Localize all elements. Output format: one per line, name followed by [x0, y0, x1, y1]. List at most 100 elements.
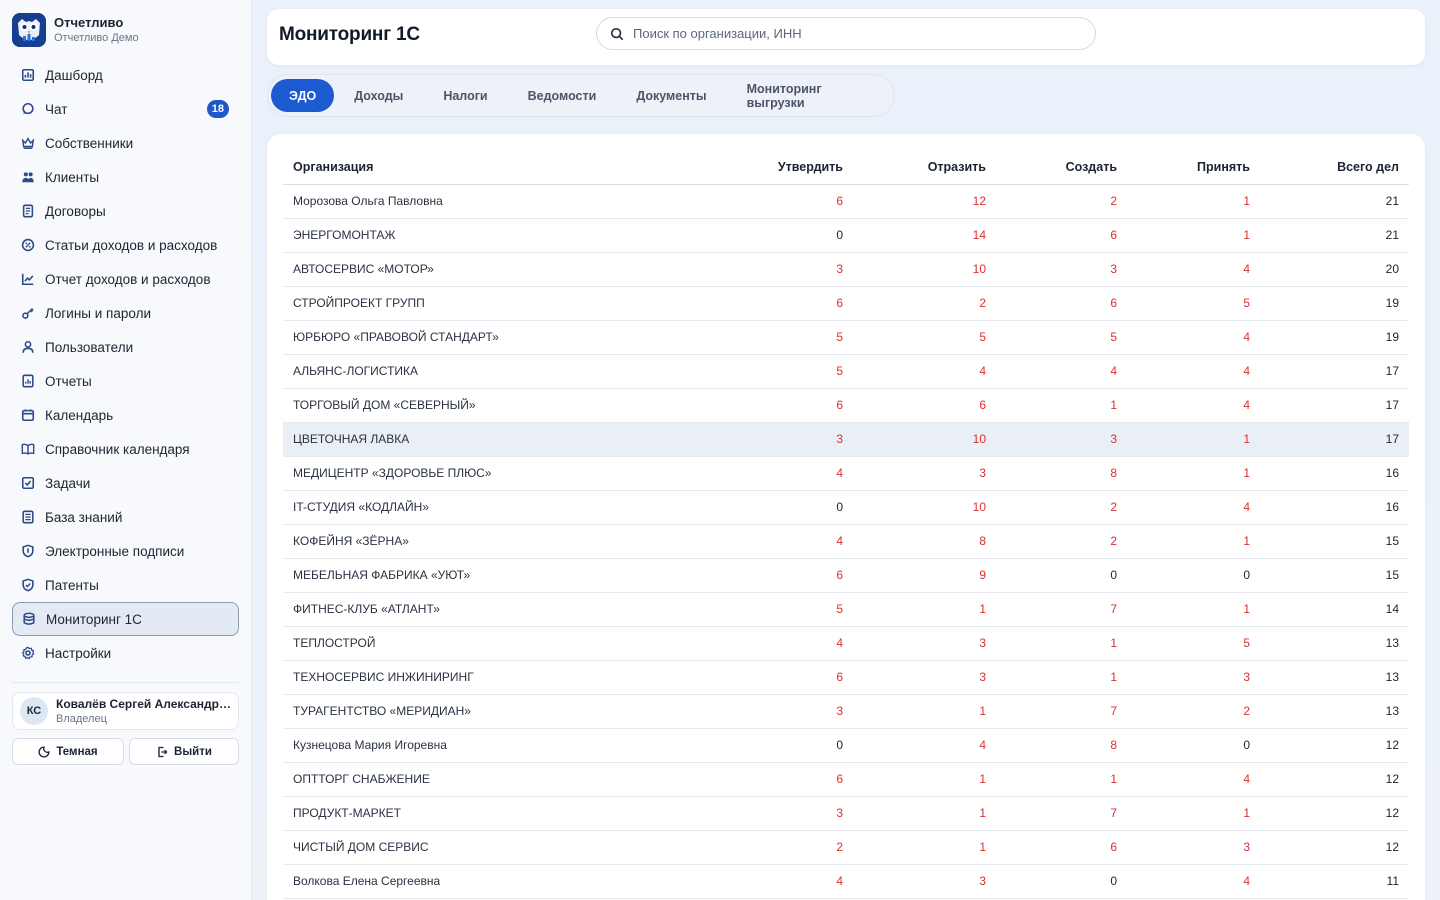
- sidebar-item-16[interactable]: Мониторинг 1С: [12, 602, 239, 636]
- sidebar-item-1[interactable]: Чат 18: [12, 92, 239, 126]
- search-box[interactable]: [596, 17, 1096, 50]
- count-cell: 6: [683, 660, 853, 695]
- table-row[interactable]: АЛЬЯНС-ЛОГИСТИКА 5 4 4 4 17: [283, 354, 1409, 389]
- sidebar-item-8[interactable]: Пользователи: [12, 330, 239, 364]
- sidebar-item-11[interactable]: Справочник календаря: [12, 432, 239, 466]
- count-cell: 3: [853, 864, 996, 899]
- count-cell: 21: [1260, 184, 1409, 219]
- count-cell: 5: [1127, 286, 1260, 321]
- count-cell: 6: [996, 218, 1127, 253]
- sidebar-item-2[interactable]: Собственники: [12, 126, 239, 160]
- organization-cell: ОПТТОРГ СНАБЖЕНИЕ: [283, 762, 683, 797]
- column-header[interactable]: Отразить: [853, 150, 996, 185]
- search-input[interactable]: [633, 26, 1073, 41]
- table-row[interactable]: IT-СТУДИЯ «КОДЛАЙН» 0 10 2 4 16: [283, 490, 1409, 525]
- count-cell: 0: [1127, 558, 1260, 593]
- sidebar-item-6[interactable]: Отчет доходов и расходов: [12, 262, 239, 296]
- sidebar-item-9[interactable]: Отчеты: [12, 364, 239, 398]
- theme-toggle-button[interactable]: Темная: [12, 738, 124, 765]
- count-cell: 17: [1260, 422, 1409, 457]
- sidebar-item-15[interactable]: Патенты: [12, 568, 239, 602]
- table-row[interactable]: ЭНЕРГОМОНТАЖ 0 14 6 1 21: [283, 218, 1409, 253]
- count-cell: 6: [996, 286, 1127, 321]
- sidebar-item-label: Статьи доходов и расходов: [45, 237, 218, 253]
- brand[interactable]: Отчетливо Отчетливо Демо: [12, 12, 139, 48]
- sidebar-nav: Дашборд Чат 18 Собственники Клиенты Договоры С…: [12, 58, 239, 670]
- count-cell: 6: [853, 388, 996, 423]
- table-row[interactable]: ТОРГОВЫЙ ДОМ «СЕВЕРНЫЙ» 6 6 1 4 17: [283, 388, 1409, 423]
- organization-cell: Морозова Ольга Павловна: [283, 184, 683, 219]
- organization-cell: МЕБЕЛЬНАЯ ФАБРИКА «УЮТ»: [283, 558, 683, 593]
- count-cell: 3: [853, 660, 996, 695]
- tab-0[interactable]: ЭДО: [271, 79, 335, 112]
- column-header[interactable]: Принять: [1127, 150, 1260, 185]
- tab-5[interactable]: Мониторинг выгрузки: [727, 79, 894, 112]
- column-header[interactable]: Утвердить: [683, 150, 853, 185]
- count-cell: 5: [683, 320, 853, 355]
- count-cell: 2: [1127, 694, 1260, 729]
- table-row[interactable]: СТРОЙПРОЕКТ ГРУПП 6 2 6 5 19: [283, 286, 1409, 321]
- table-row[interactable]: ТЕПЛОСТРОЙ 4 3 1 5 13: [283, 626, 1409, 661]
- count-cell: 4: [683, 864, 853, 899]
- tab-1[interactable]: Доходы: [334, 79, 423, 112]
- count-cell: 11: [1260, 864, 1409, 899]
- table-row[interactable]: АВТОСЕРВИС «МОТОР» 3 10 3 4 20: [283, 252, 1409, 287]
- count-cell: 1: [1127, 218, 1260, 253]
- table-row[interactable]: Морозова Ольга Павловна 6 12 2 1 21: [283, 184, 1409, 219]
- table-row[interactable]: Кузнецова Мария Игоревна 0 4 8 0 12: [283, 728, 1409, 763]
- table-row[interactable]: ФИТНЕС-КЛУБ «АТЛАНТ» 5 1 7 1 14: [283, 592, 1409, 627]
- count-cell: 3: [683, 422, 853, 457]
- chart-line-icon: [21, 272, 35, 286]
- sidebar-item-5[interactable]: Статьи доходов и расходов: [12, 228, 239, 262]
- count-cell: 0: [683, 728, 853, 763]
- table-row[interactable]: Волкова Елена Сергеевна 4 3 0 4 11: [283, 864, 1409, 899]
- sidebar-item-12[interactable]: Задачи: [12, 466, 239, 500]
- sidebar-item-label: Задачи: [45, 475, 91, 491]
- count-cell: 1: [1127, 796, 1260, 831]
- sidebar-item-4[interactable]: Договоры: [12, 194, 239, 228]
- count-cell: 19: [1260, 286, 1409, 321]
- count-cell: 4: [853, 728, 996, 763]
- tab-3[interactable]: Ведомости: [508, 79, 617, 112]
- table-row[interactable]: КОФЕЙНЯ «ЗЁРНА» 4 8 2 1 15: [283, 524, 1409, 559]
- count-cell: 6: [996, 830, 1127, 865]
- sidebar-item-7[interactable]: Логины и пароли: [12, 296, 239, 330]
- tab-4[interactable]: Документы: [616, 79, 726, 112]
- count-cell: 10: [853, 252, 996, 287]
- sidebar-item-3[interactable]: Клиенты: [12, 160, 239, 194]
- column-header[interactable]: Всего дел: [1260, 150, 1409, 185]
- count-cell: 4: [1127, 388, 1260, 423]
- organization-cell: ФИТНЕС-КЛУБ «АТЛАНТ»: [283, 592, 683, 627]
- sidebar-item-14[interactable]: Электронные подписи: [12, 534, 239, 568]
- table-row[interactable]: ТЕХНОСЕРВИС ИНЖИНИРИНГ 6 3 1 3 13: [283, 660, 1409, 695]
- tab-2[interactable]: Налоги: [423, 79, 507, 112]
- count-cell: 14: [1260, 592, 1409, 627]
- count-cell: 12: [1260, 762, 1409, 797]
- sidebar-item-17[interactable]: Настройки: [12, 636, 239, 670]
- table-row[interactable]: ЦВЕТОЧНАЯ ЛАВКА 3 10 3 1 17: [283, 422, 1409, 457]
- column-header[interactable]: Создать: [996, 150, 1127, 185]
- table-row[interactable]: МЕБЕЛЬНАЯ ФАБРИКА «УЮТ» 6 9 0 0 15: [283, 558, 1409, 593]
- table-row[interactable]: МЕДИЦЕНТР «ЗДОРОВЬЕ ПЛЮС» 4 3 8 1 16: [283, 456, 1409, 491]
- sidebar-item-0[interactable]: Дашборд: [12, 58, 239, 92]
- table-row[interactable]: ЮРБЮРО «ПРАВОВОЙ СТАНДАРТ» 5 5 5 4 19: [283, 320, 1409, 355]
- count-cell: 9: [853, 558, 996, 593]
- count-cell: 4: [683, 456, 853, 491]
- column-header[interactable]: Организация: [283, 150, 683, 185]
- count-cell: 0: [1127, 728, 1260, 763]
- table-row[interactable]: ЧИСТЫЙ ДОМ СЕРВИС 2 1 6 3 12: [283, 830, 1409, 865]
- count-cell: 1: [853, 830, 996, 865]
- count-cell: 5: [853, 320, 996, 355]
- page-title: Мониторинг 1С: [279, 24, 420, 45]
- count-cell: 10: [853, 490, 996, 525]
- organization-cell: Кузнецова Мария Игоревна: [283, 728, 683, 763]
- sidebar-item-10[interactable]: Календарь: [12, 398, 239, 432]
- user-card[interactable]: КС Ковалёв Сергей Александрович Владелец: [12, 692, 239, 730]
- logout-button[interactable]: Выйти: [129, 738, 239, 765]
- table-row[interactable]: ПРОДУКТ-МАРКЕТ 3 1 7 1 12: [283, 796, 1409, 831]
- table-row[interactable]: ОПТТОРГ СНАБЖЕНИЕ 6 1 1 4 12: [283, 762, 1409, 797]
- sidebar-item-13[interactable]: База знаний: [12, 500, 239, 534]
- count-cell: 7: [996, 796, 1127, 831]
- count-cell: 6: [683, 286, 853, 321]
- table-row[interactable]: ТУРАГЕНТСТВО «МЕРИДИАН» 3 1 7 2 13: [283, 694, 1409, 729]
